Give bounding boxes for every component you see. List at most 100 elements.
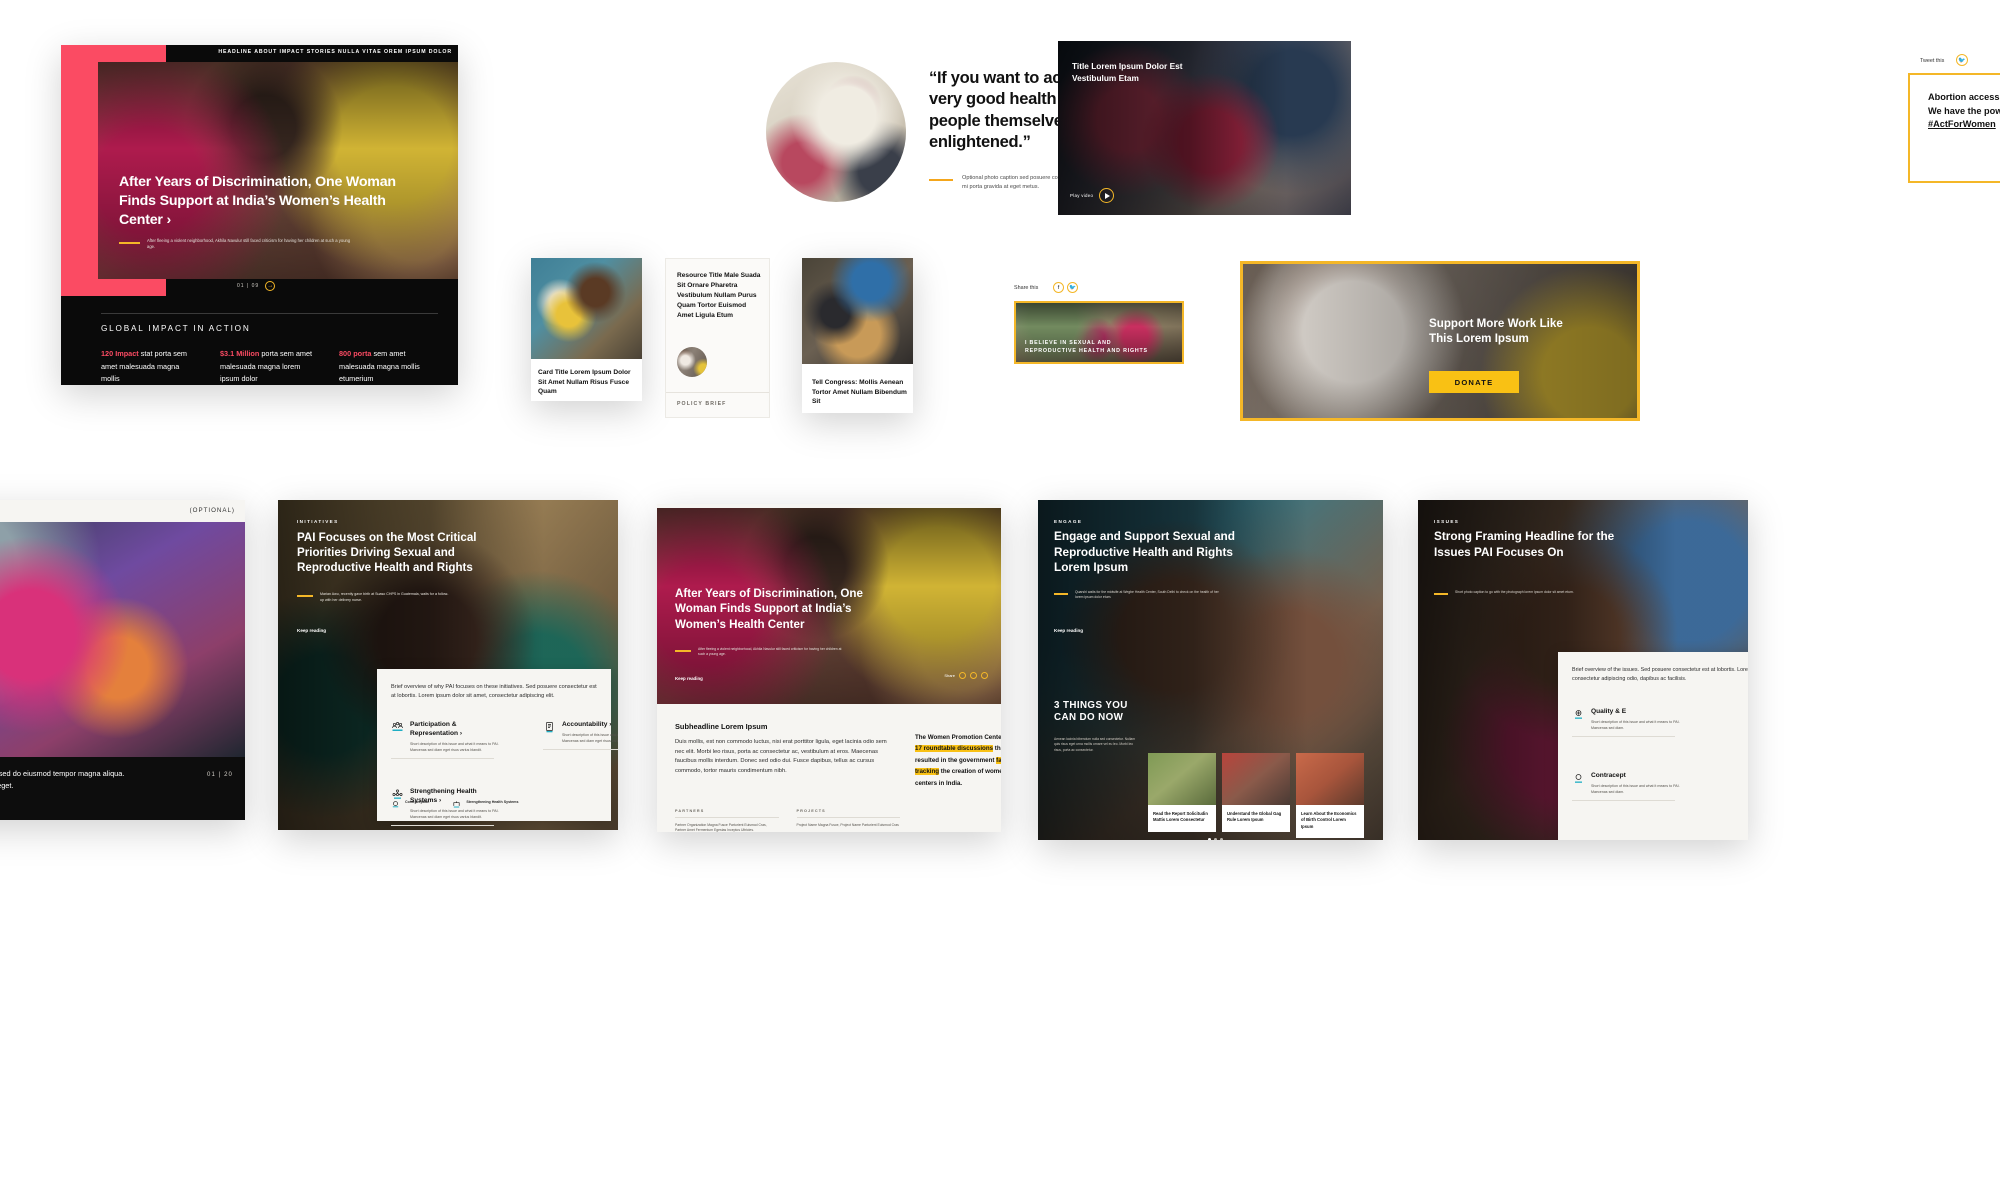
avatar: [677, 347, 707, 377]
footer-link[interactable]: Contraception: [391, 800, 429, 809]
quote-portrait: [766, 62, 906, 202]
carousel-dot[interactable]: [1220, 838, 1223, 840]
caption-rule: [1434, 593, 1448, 595]
tweet-box[interactable]: Abortion access is under attack. We have…: [1908, 73, 2000, 183]
story-meta: PARTNERS Partner Organization Magna Fusc…: [675, 809, 900, 832]
issue-desc: Short description of this issue and what…: [562, 732, 618, 743]
carousel-dot[interactable]: [1208, 838, 1211, 840]
tile-image: [1148, 753, 1216, 805]
pull-highlight-1: 17 roundtable discussions: [915, 745, 994, 753]
hero-pager[interactable]: 01 | 09 →: [237, 281, 276, 291]
carousel-dot[interactable]: [1214, 838, 1217, 840]
stats-row: 120 Impact stat porta sem amet malesuada…: [101, 348, 436, 385]
resource-title: Resource Title Male Suada Sit Ornare Pha…: [677, 272, 761, 319]
donate-title: Support More Work Like This Lorem Ipsum: [1429, 317, 1563, 346]
issues-caption: Short photo caption to go with the photo…: [1434, 590, 1595, 595]
facebook-icon[interactable]: f: [1053, 282, 1064, 293]
content-card-photo[interactable]: Card Title Lorem Ipsum Dolor Sit Amet Nu…: [531, 258, 642, 401]
next-arrow-icon[interactable]: →: [265, 281, 276, 291]
issue-divider: [1572, 736, 1675, 738]
share-image-card[interactable]: I BELIEVE IN SEXUAL AND REPRODUCTIVE HEA…: [1014, 301, 1184, 364]
quote-photo: [766, 62, 906, 202]
keep-reading-link[interactable]: Keep reading: [675, 676, 703, 681]
twitter-bird-icon[interactable]: 🐦: [1956, 54, 1968, 66]
keep-reading-link[interactable]: Keep reading: [297, 628, 326, 633]
play-icon[interactable]: [1099, 188, 1115, 203]
action-tile[interactable]: Understand the Global Gag Rule Lorem Ips…: [1222, 753, 1290, 832]
action-tile[interactable]: Learn About the Economics of Birth Contr…: [1296, 753, 1364, 838]
avatar-photo: [677, 347, 707, 377]
tweet-card: Tweet this 🐦 Abortion access is under at…: [1908, 54, 2000, 183]
stat-value: 800 porta: [339, 349, 372, 358]
hero-panel: HEADLINE ABOUT IMPACT STORIES NULLA VITA…: [61, 45, 458, 385]
panel-left-header-text: (OPTIONAL): [189, 507, 235, 514]
card-title: Tell Congress: Mollis Aenean Tortor Amet…: [812, 379, 907, 406]
issue-name: Participation & Representation ›: [410, 721, 463, 737]
issues-intro: Brief overview of the issues. Sed posuer…: [1572, 667, 1748, 682]
caption-rule: [675, 650, 691, 652]
story-share[interactable]: Share: [944, 672, 988, 679]
issue-item[interactable]: Participation & Representation › Short d…: [391, 721, 504, 760]
panel-story: After Years of Discrimination, One Woman…: [657, 504, 1001, 832]
tweet-text: Abortion access is under attack. We have…: [1928, 91, 2000, 132]
caption-rule: [929, 179, 953, 182]
issue-item[interactable]: Accountability › Short description of th…: [543, 721, 618, 751]
donate-banner: Support More Work Like This Lorem Ipsum …: [1240, 261, 1640, 421]
card-title: Card Title Lorem Ipsum Dolor Sit Amet Nu…: [538, 369, 631, 396]
issue-item[interactable]: Quality & E Short description of this is…: [1572, 708, 1685, 738]
hero-headline[interactable]: After Years of Discrimination, One Woman…: [119, 173, 409, 230]
twitter-icon[interactable]: 🐦: [1067, 282, 1078, 293]
tile-image: [1222, 753, 1290, 805]
video-card[interactable]: Title Lorem Ipsum Dolor Est Vestibulum E…: [1058, 41, 1351, 215]
issue-desc: Short description of this issue and what…: [410, 741, 499, 752]
initiatives-caption-text: Marian Awu, recently gave birth at Suaso…: [320, 592, 449, 602]
panel-initiatives: INITIATIVES PAI Focuses on the Most Crit…: [278, 500, 618, 830]
donate-button[interactable]: DONATE: [1429, 371, 1519, 393]
action-card[interactable]: Tell Congress: Mollis Aenean Tortor Amet…: [802, 258, 913, 413]
action-tile[interactable]: Read the Report Solicitudin Mattis Lorem…: [1148, 753, 1216, 832]
meta-head: PARTNERS: [675, 809, 705, 813]
share-card-caption: I BELIEVE IN SEXUAL AND REPRODUCTIVE HEA…: [1025, 339, 1148, 355]
issue-divider: [391, 758, 494, 760]
panel-left-pager[interactable]: 01 | 20: [207, 772, 233, 778]
footer-link-label: Strengthening Health Systems: [466, 800, 519, 804]
issue-divider: [543, 749, 618, 751]
caption-rule: [119, 242, 140, 244]
facebook-icon[interactable]: [959, 672, 966, 679]
video-play-control[interactable]: Play video: [1070, 188, 1115, 203]
things-title: 3 THINGS YOU CAN DO NOW: [1054, 700, 1128, 724]
resource-tag: POLICY BRIEF: [677, 401, 727, 407]
story-title: After Years of Discrimination, One Woman…: [675, 587, 863, 631]
caption-rule: [1054, 593, 1068, 595]
initiatives-sheet: Brief overview of why PAI focuses on the…: [377, 669, 618, 827]
panel-left-body: consectetur adipiscing elit, sed do eius…: [0, 769, 125, 790]
meta-divider: [796, 817, 900, 818]
twitter-icon[interactable]: [970, 672, 977, 679]
screenshot-canvas: HEADLINE ABOUT IMPACT STORIES NULLA VITA…: [0, 0, 2000, 1200]
engage-caption: Quarshi waits for the midwife at Wegbe H…: [1054, 590, 1223, 601]
panel-issues: ISSUES Strong Framing Headline for the I…: [1418, 500, 1748, 840]
email-icon[interactable]: [981, 672, 988, 679]
card-divider: [666, 392, 769, 393]
issue-item[interactable]: Contracept Short description of this iss…: [1572, 772, 1685, 802]
footer-link[interactable]: Strengthening Health Systems: [452, 800, 518, 809]
share-block: Share this f 🐦 I BELIEVE IN SEXUAL AND R…: [1014, 282, 1189, 380]
tweet-line: Abortion access is under attack. We have…: [1928, 92, 2000, 116]
initiatives-eyebrow: INITIATIVES: [297, 519, 339, 524]
meta-divider: [675, 817, 779, 818]
panel-left-image: [0, 522, 245, 757]
resource-card[interactable]: Resource Title Male Suada Sit Ornare Pha…: [665, 258, 770, 418]
keep-reading-link[interactable]: Keep reading: [1054, 628, 1083, 633]
hero-topbar-text: HEADLINE ABOUT IMPACT STORIES NULLA VITA…: [218, 49, 452, 55]
story-body: Duis mollis, est non commodo luctus, nis…: [675, 739, 887, 775]
tweet-hashtag[interactable]: #ActForWomen: [1928, 119, 1996, 129]
story-share-label: Share: [944, 673, 955, 678]
carousel-dots[interactable]: [1208, 838, 1223, 840]
stat-item: 120 Impact stat porta sem amet malesuada…: [101, 348, 198, 385]
tweet-this-label: Tweet this: [1920, 58, 1945, 64]
meta-body: Partner Organization Magna Fusce Parturi…: [675, 823, 767, 832]
things-body: Aenean lacinia bibendum nulla sed consec…: [1054, 737, 1136, 752]
story-pullquote: The Women Promotion Center held 17 round…: [915, 732, 1001, 789]
issue-desc: Short description of this issue and what…: [1591, 783, 1680, 794]
panel-left-photo: [0, 522, 245, 757]
